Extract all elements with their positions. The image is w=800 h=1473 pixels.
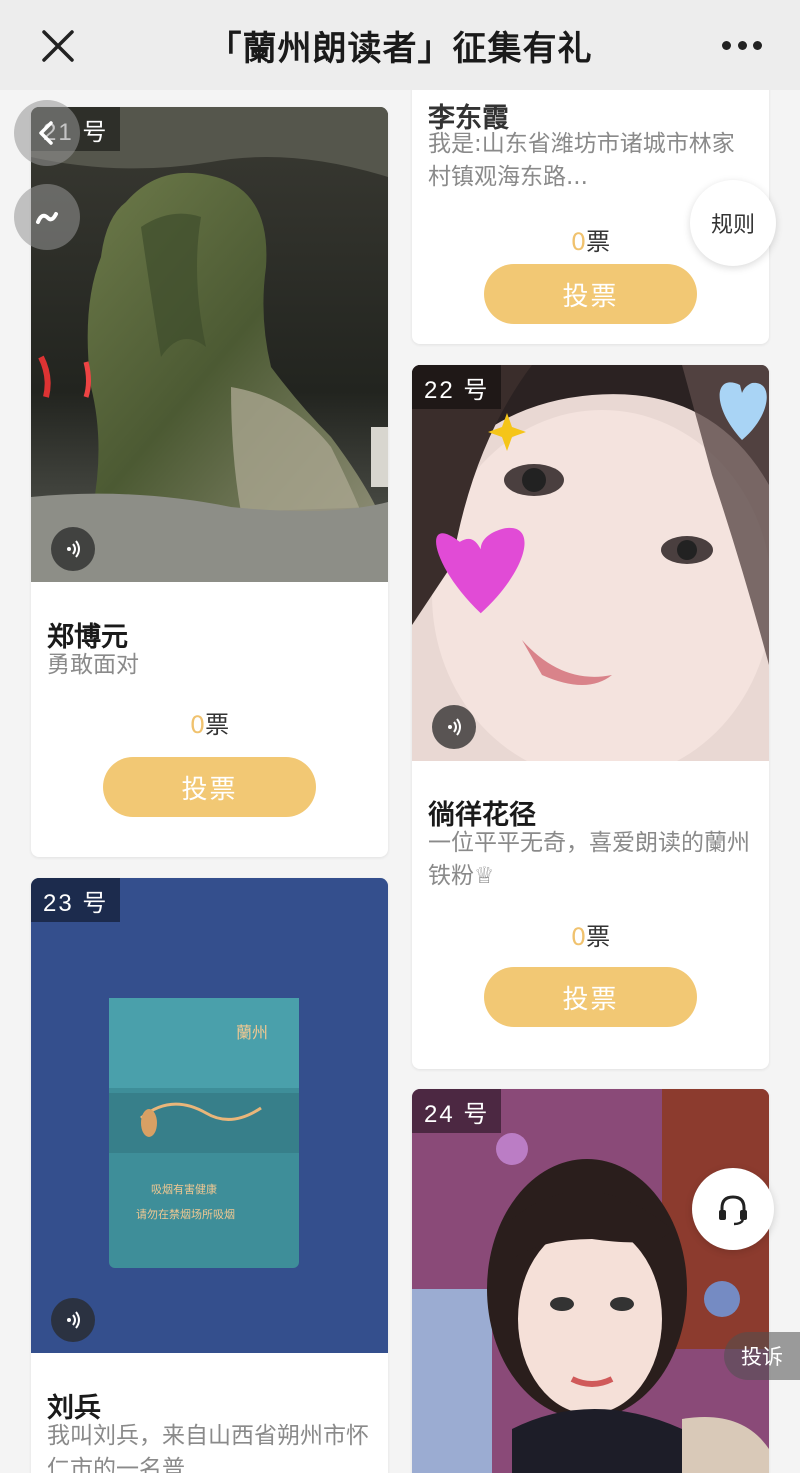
entry-photo[interactable] xyxy=(412,1089,769,1473)
audio-icon[interactable] xyxy=(51,527,95,571)
entry-card-22: 22 号 徜徉花径 一位平平无奇，喜爱朗读的蘭州铁粉♕ 0票 投票 xyxy=(412,365,769,1069)
audio-icon[interactable] xyxy=(432,705,476,749)
nav-bar: 「蘭州朗读者」征集有礼 xyxy=(0,0,800,90)
portrait-image xyxy=(412,1089,769,1473)
entry-desc: 我叫刘兵，来自山西省朔州市怀仁市的一名普 xyxy=(47,1423,369,1473)
vote-count: 0票 xyxy=(570,923,611,951)
report-button[interactable]: 投诉 xyxy=(724,1332,800,1380)
rules-label: 规则 xyxy=(710,213,755,238)
close-icon[interactable] xyxy=(38,26,78,66)
entry-desc: 我是:山东省潍坊市诸城市林家村镇观海东路... xyxy=(428,131,735,190)
portrait-image xyxy=(412,365,769,761)
more-icon[interactable] xyxy=(722,30,762,60)
entry-photo[interactable]: 蘭州 吸烟有害健康 请勿在禁烟场所吸烟 xyxy=(31,878,388,1353)
share-icon xyxy=(36,212,58,224)
entry-number-badge: 22 号 xyxy=(412,365,502,409)
cigarette-pack-image: 蘭州 吸烟有害健康 请勿在禁烟场所吸烟 xyxy=(31,878,388,1353)
headset-icon xyxy=(719,1195,747,1226)
entry-card-21: 21 号 郑博元 勇敢面对 0票 投票 xyxy=(31,107,388,857)
entry-card-24: 24 号 xyxy=(412,1089,769,1473)
vote-button[interactable]: 投票 xyxy=(103,757,316,817)
rules-button[interactable]: 规则 xyxy=(690,180,776,266)
back-button[interactable] xyxy=(14,100,80,166)
entry-number-badge: 23 号 xyxy=(31,878,121,922)
entries-feed[interactable]: 李东霞 我是:山东省潍坊市诸城市林家村镇观海东路... 0票 投票 号 郑博元 … xyxy=(0,90,800,1473)
vote-count: 0票 xyxy=(189,711,230,739)
entry-photo[interactable] xyxy=(31,107,388,582)
entry-desc: 勇敢面对 xyxy=(47,652,139,678)
vote-button[interactable]: 投票 xyxy=(484,264,697,324)
cave-rock-image xyxy=(31,107,388,582)
audio-icon[interactable] xyxy=(51,1298,95,1342)
entry-card-23: 蘭州 吸烟有害健康 请勿在禁烟场所吸烟 23 号 刘兵 我叫刘兵，来自山西省朔州… xyxy=(31,878,388,1473)
share-button[interactable] xyxy=(14,184,80,250)
customer-service-button[interactable] xyxy=(692,1168,774,1250)
entry-number-badge: 24 号 xyxy=(412,1089,502,1133)
package-brand-text: 蘭州 xyxy=(236,1023,268,1042)
chevron-left-icon xyxy=(39,121,53,145)
package-warning-line2: 请勿在禁烟场所吸烟 xyxy=(136,1207,235,1221)
page-title: 「蘭州朗读者」征集有礼 xyxy=(207,28,593,69)
entry-desc: 一位平平无奇，喜爱朗读的蘭州铁粉♕ xyxy=(428,830,750,889)
entry-photo[interactable] xyxy=(412,365,769,761)
package-warning-line1: 吸烟有害健康 xyxy=(151,1182,217,1196)
vote-button[interactable]: 投票 xyxy=(484,967,697,1027)
